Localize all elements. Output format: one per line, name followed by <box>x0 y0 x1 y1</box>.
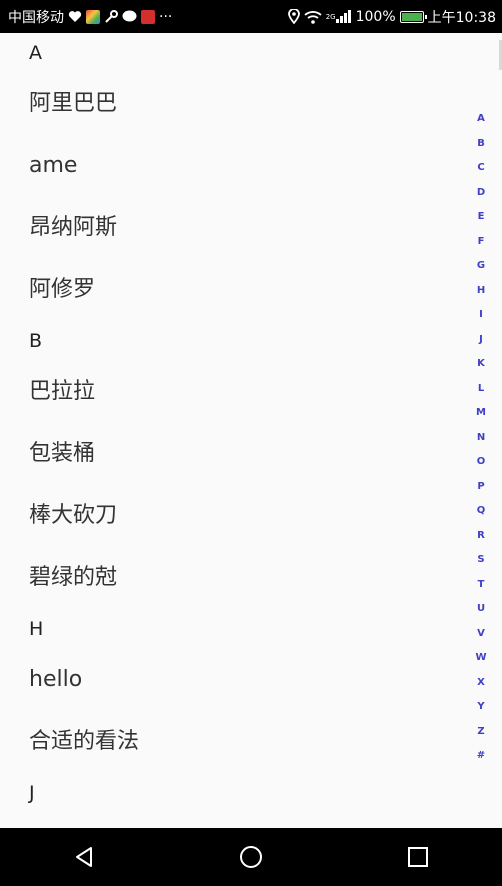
index-letter[interactable]: L <box>470 377 492 402</box>
section-header-j: J <box>29 782 35 804</box>
section-header-b: B <box>29 330 43 352</box>
status-bar-right: 2G 100% 上午10:38 <box>287 7 496 27</box>
back-button[interactable] <box>54 828 114 886</box>
contact-item[interactable]: 合适的看法 <box>0 711 502 773</box>
index-letter[interactable]: E <box>470 205 492 230</box>
carrier-name: 中国移动 <box>8 9 64 26</box>
clock: 上午10:38 <box>427 9 496 26</box>
index-letter[interactable]: Z <box>470 720 492 745</box>
contact-item[interactable]: 包装桶 <box>0 423 502 485</box>
index-letter[interactable]: S <box>470 548 492 573</box>
message-icon <box>122 10 137 23</box>
home-icon <box>239 846 262 868</box>
index-letter[interactable]: X <box>470 671 492 696</box>
location-icon <box>287 9 300 24</box>
contact-item[interactable]: 碧绿的尅 <box>0 547 502 609</box>
index-letter[interactable]: O <box>470 450 492 475</box>
index-letter[interactable]: U <box>470 597 492 622</box>
index-letter[interactable]: F <box>470 230 492 255</box>
status-bar: 中国移动 ··· 2G 100% 上午10:38 <box>0 0 502 33</box>
index-letter[interactable]: C <box>470 156 492 181</box>
wifi-icon <box>304 10 322 24</box>
more-notifications: ··· <box>159 8 173 25</box>
battery-percent: 100% <box>355 8 396 25</box>
index-letter[interactable]: Q <box>470 499 492 524</box>
index-letter[interactable]: Y <box>470 695 492 720</box>
navigation-bar <box>0 828 502 886</box>
battery-icon <box>399 10 427 23</box>
contact-item[interactable]: 解决问题 <box>0 813 502 828</box>
home-button[interactable] <box>221 828 281 886</box>
index-letter[interactable]: J <box>470 328 492 353</box>
index-letter[interactable]: N <box>470 426 492 451</box>
index-letter[interactable]: G <box>470 254 492 279</box>
index-letter[interactable]: I <box>470 303 492 328</box>
index-letter[interactable]: P <box>470 475 492 500</box>
alphabet-index-bar[interactable]: A B C D E F G H I J K L M N O P Q R S T U V W X Y Z # <box>470 107 492 769</box>
key-icon <box>104 9 118 24</box>
contact-item[interactable]: ame <box>0 135 502 197</box>
contact-item[interactable]: 棒大砍刀 <box>0 485 502 547</box>
app-notification-icon <box>86 9 100 24</box>
index-letter[interactable]: K <box>470 352 492 377</box>
back-icon <box>75 847 92 867</box>
index-letter[interactable]: T <box>470 573 492 598</box>
index-letter[interactable]: M <box>470 401 492 426</box>
index-letter[interactable]: H <box>470 279 492 304</box>
index-letter[interactable]: A <box>470 107 492 132</box>
section-header-h: H <box>29 618 44 640</box>
index-letter[interactable]: R <box>470 524 492 549</box>
index-letter[interactable]: D <box>470 181 492 206</box>
contact-item[interactable]: 阿里巴巴 <box>0 73 502 135</box>
index-letter[interactable]: W <box>470 646 492 671</box>
recents-button[interactable] <box>388 828 448 886</box>
contact-item[interactable]: 昂纳阿斯 <box>0 197 502 259</box>
signal-icon: 2G <box>326 10 352 23</box>
section-header-a: A <box>29 42 42 64</box>
network-type: 2G <box>325 12 336 21</box>
contact-list[interactable]: A 阿里巴巴 ame 昂纳阿斯 阿修罗 B 巴拉拉 包装桶 棒大砍刀 碧绿的尅 Hhello 合适的看… <box>0 33 502 828</box>
recents-icon <box>408 847 429 867</box>
heart-notification-icon <box>68 10 82 23</box>
index-letter[interactable]: # <box>470 744 492 769</box>
contact-item[interactable]: 阿修罗 <box>0 259 502 321</box>
red-app-notification-icon <box>141 9 155 24</box>
status-bar-left: 中国移动 ··· <box>8 7 172 27</box>
contact-item[interactable]: hello <box>0 649 502 711</box>
index-letter[interactable]: V <box>470 622 492 647</box>
index-letter[interactable]: B <box>470 132 492 157</box>
battery-fill <box>401 12 422 21</box>
contact-item[interactable]: 巴拉拉 <box>0 361 502 423</box>
